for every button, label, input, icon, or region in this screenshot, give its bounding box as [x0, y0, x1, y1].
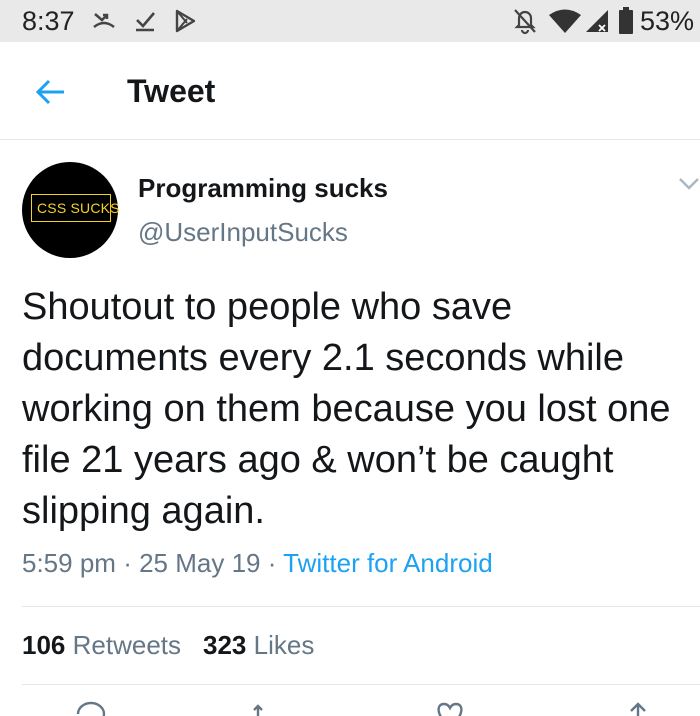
author-name[interactable]: Programming sucks: [138, 173, 388, 204]
tweet-options-button[interactable]: [678, 176, 700, 194]
page-title: Tweet: [127, 73, 216, 109]
tweet-stats: 106 Retweets 323 Likes: [22, 630, 314, 661]
meta-separator: ·: [123, 548, 132, 578]
play-store-icon: [175, 9, 196, 33]
status-right-icons: 53%: [512, 0, 700, 42]
tweet-source-link[interactable]: Twitter for Android: [283, 548, 493, 578]
share-icon[interactable]: [620, 700, 656, 716]
author-handle[interactable]: @UserInputSucks: [138, 217, 348, 248]
download-done-icon: [136, 12, 155, 32]
meta-separator: ·: [267, 548, 277, 578]
avatar-text: CSS SUCKS: [37, 200, 120, 216]
battery-icon: [618, 7, 633, 34]
battery-percent: 53%: [639, 5, 694, 36]
likes-stat[interactable]: 323 Likes: [203, 630, 314, 660]
retweet-icon[interactable]: [250, 700, 286, 716]
divider: [22, 684, 700, 685]
chevron-down-icon: [679, 178, 699, 190]
like-icon[interactable]: [432, 700, 468, 716]
divider: [22, 606, 700, 607]
missed-call-icon: [93, 13, 115, 29]
back-button[interactable]: [26, 72, 74, 112]
retweets-label: Retweets: [72, 630, 182, 660]
status-time: 8:37: [22, 6, 75, 36]
header: Tweet: [0, 42, 700, 140]
arrow-left-icon: [35, 79, 64, 105]
retweets-stat[interactable]: 106 Retweets: [22, 630, 181, 660]
likes-label: Likes: [253, 630, 315, 660]
signal-icon: [585, 10, 608, 32]
likes-count: 323: [203, 630, 247, 660]
notifications-off-icon: [514, 9, 536, 35]
tweet-date: 25 May 19: [139, 548, 261, 578]
tweet-text: Shoutout to people who save documents ev…: [22, 286, 671, 532]
status-left-icons: [92, 7, 196, 35]
tweet-time: 5:59 pm: [22, 548, 116, 578]
tweet-meta: 5:59 pm · 25 May 19 · Twitter for Androi…: [22, 548, 493, 579]
avatar[interactable]: CSS SUCKS: [22, 162, 120, 258]
wifi-icon: [548, 9, 581, 33]
status-bar: 8:37 53%: [0, 0, 700, 42]
retweets-count: 106: [22, 630, 66, 660]
reply-icon[interactable]: [74, 700, 110, 716]
